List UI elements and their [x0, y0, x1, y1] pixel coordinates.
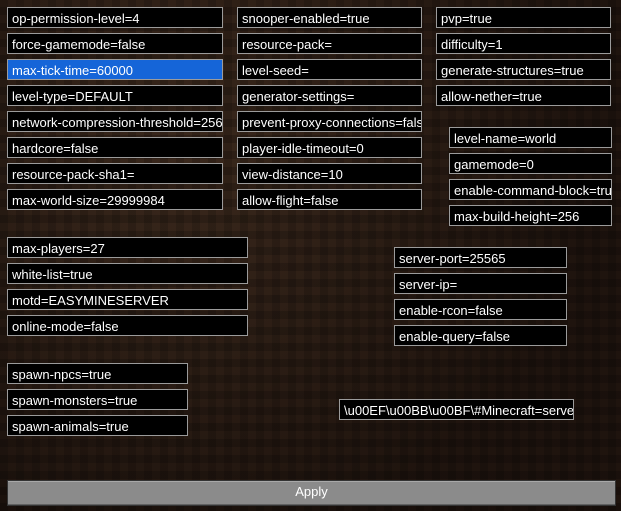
- property-field-white-list[interactable]: white-list=true: [7, 263, 248, 284]
- property-field-difficulty[interactable]: difficulty=1: [436, 33, 611, 54]
- property-field-max-tick-time[interactable]: max-tick-time=60000: [7, 59, 223, 80]
- property-field-resource-pack-sha1[interactable]: resource-pack-sha1=: [7, 163, 223, 184]
- property-field-allow-flight[interactable]: allow-flight=false: [237, 189, 422, 210]
- property-field-network-compression-threshold[interactable]: network-compression-threshold=256: [7, 111, 223, 132]
- property-field-max-players[interactable]: max-players=27: [7, 237, 248, 258]
- property-field-enable-command-block[interactable]: enable-command-block=true: [449, 179, 612, 200]
- property-field-enable-query[interactable]: enable-query=false: [394, 325, 567, 346]
- property-field-generate-structures[interactable]: generate-structures=true: [436, 59, 611, 80]
- property-field-max-world-size[interactable]: max-world-size=29999984: [7, 189, 223, 210]
- property-field-spawn-monsters[interactable]: spawn-monsters=true: [7, 389, 188, 410]
- property-field-pvp[interactable]: pvp=true: [436, 7, 611, 28]
- property-field-allow-nether[interactable]: allow-nether=true: [436, 85, 611, 106]
- property-field-resource-pack[interactable]: resource-pack=: [237, 33, 422, 54]
- property-field-gamemode[interactable]: gamemode=0: [449, 153, 612, 174]
- property-field-prevent-proxy-connections[interactable]: prevent-proxy-connections=false: [237, 111, 422, 132]
- property-field-spawn-npcs[interactable]: spawn-npcs=true: [7, 363, 188, 384]
- property-field-motd[interactable]: motd=EASYMINESERVER: [7, 289, 248, 310]
- property-field-server-port[interactable]: server-port=25565: [394, 247, 567, 268]
- property-field-spawn-animals[interactable]: spawn-animals=true: [7, 415, 188, 436]
- property-field-level-name[interactable]: level-name=world: [449, 127, 612, 148]
- property-field-max-build-height[interactable]: max-build-height=256: [449, 205, 612, 226]
- property-field-view-distance[interactable]: view-distance=10: [237, 163, 422, 184]
- property-field-generator-settings[interactable]: generator-settings=: [237, 85, 422, 106]
- apply-button[interactable]: Apply: [7, 480, 616, 506]
- property-field-online-mode[interactable]: online-mode=false: [7, 315, 248, 336]
- property-field-player-idle-timeout[interactable]: player-idle-timeout=0: [237, 137, 422, 158]
- property-field-force-gamemode[interactable]: force-gamemode=false: [7, 33, 223, 54]
- property-field-enable-rcon[interactable]: enable-rcon=false: [394, 299, 567, 320]
- property-field-server-ip[interactable]: server-ip=: [394, 273, 567, 294]
- property-field-raw-header[interactable]: \u00EF\u00BB\u00BF\#Minecraft=server pro…: [339, 399, 574, 420]
- property-field-level-type[interactable]: level-type=DEFAULT: [7, 85, 223, 106]
- property-field-op-permission-level[interactable]: op-permission-level=4: [7, 7, 223, 28]
- property-field-level-seed[interactable]: level-seed=: [237, 59, 422, 80]
- property-field-hardcore[interactable]: hardcore=false: [7, 137, 223, 158]
- property-field-snooper-enabled[interactable]: snooper-enabled=true: [237, 7, 422, 28]
